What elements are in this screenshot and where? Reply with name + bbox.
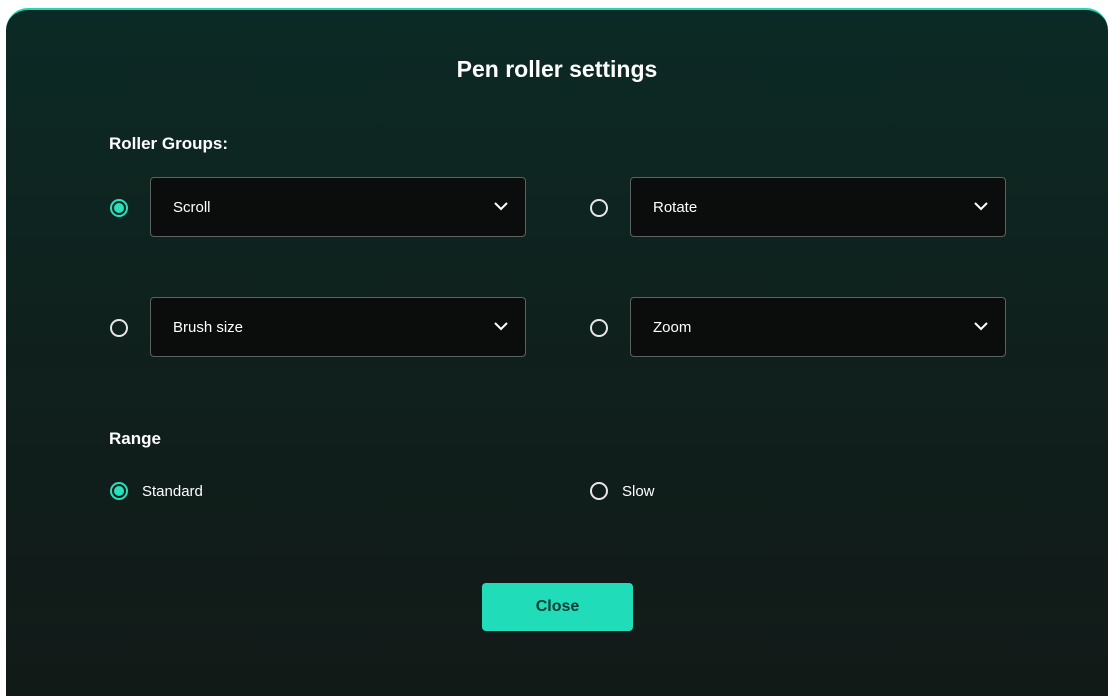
pen-roller-settings-dialog: Pen roller settings Roller Groups: Scrol…: [6, 8, 1108, 696]
range-label: Range: [109, 429, 161, 448]
roller-zoom-select[interactable]: Zoom: [630, 297, 1006, 357]
chevron-down-icon: [974, 322, 988, 331]
range-standard-label[interactable]: Standard: [142, 483, 203, 500]
select-value: Scroll: [173, 199, 211, 216]
roller-scroll-select[interactable]: Scroll: [150, 177, 526, 237]
range-slow-radio[interactable]: [590, 482, 608, 500]
range-slow-label[interactable]: Slow: [622, 483, 655, 500]
radio-selected-dot: [114, 486, 124, 496]
roller-zoom-radio[interactable]: [590, 319, 608, 337]
roller-groups-label: Roller Groups:: [109, 134, 229, 153]
chevron-down-icon: [494, 322, 508, 331]
chevron-down-icon: [974, 202, 988, 211]
roller-rotate-select[interactable]: Rotate: [630, 177, 1006, 237]
select-value: Rotate: [653, 199, 698, 216]
roller-scroll-radio[interactable]: [110, 199, 128, 217]
roller-brush-size-radio[interactable]: [110, 319, 128, 337]
select-value: Brush size: [173, 319, 244, 336]
roller-rotate-radio[interactable]: [590, 199, 608, 217]
roller-brush-size-select[interactable]: Brush size: [150, 297, 526, 357]
chevron-down-icon: [494, 202, 508, 211]
radio-selected-dot: [114, 203, 124, 213]
dialog-title: Pen roller settings: [456, 56, 658, 82]
range-standard-radio[interactable]: [110, 482, 128, 500]
close-button[interactable]: Close: [482, 583, 633, 631]
select-value: Zoom: [653, 319, 692, 336]
